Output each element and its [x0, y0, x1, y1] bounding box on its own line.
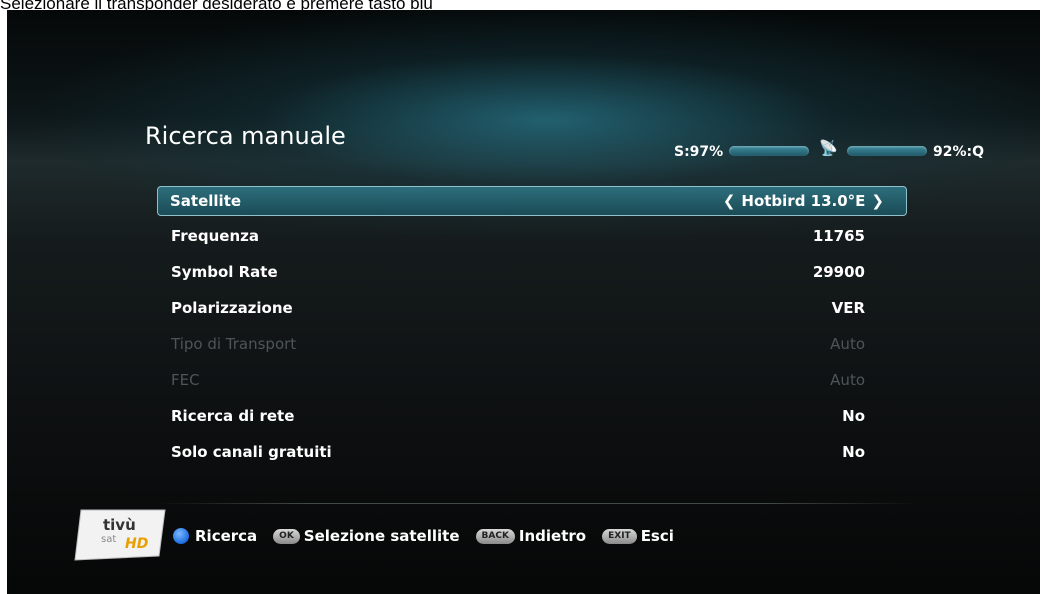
row-tipo-transport: Tipo di Transport Auto — [159, 330, 905, 358]
signal-quality-label: 92%:Q — [933, 144, 985, 160]
page-title: Ricerca manuale — [145, 122, 346, 150]
tivusat-hd-logo: tivù sat HD — [74, 509, 166, 561]
exit-key-icon[interactable]: EXIT — [602, 528, 637, 544]
row-label: Polarizzazione — [171, 299, 293, 317]
tv-screen: Ricerca manuale S:97% 📡 92%:Q Satellite … — [7, 10, 1040, 594]
row-label: Satellite — [170, 192, 242, 210]
row-label: Symbol Rate — [171, 263, 278, 281]
hint-selezione-satellite: Selezione satellite — [303, 527, 460, 545]
row-polarizzazione[interactable]: Polarizzazione VER — [159, 294, 905, 322]
satellite-value: Hotbird 13.0°E — [741, 192, 866, 210]
row-value: 29900 — [812, 263, 865, 281]
logo-text-sat: sat — [101, 534, 116, 545]
satellite-dish-icon: 📡 — [819, 139, 838, 157]
signal-strength-label: S:97% — [674, 144, 724, 160]
hint-ricerca: Ricerca — [195, 527, 258, 545]
row-value: ❮ Hotbird 13.0°E ❯ — [717, 192, 890, 210]
row-value: VER — [831, 299, 865, 317]
hint-esci: Esci — [640, 527, 674, 545]
blue-button-icon[interactable] — [173, 528, 189, 544]
row-value: 11765 — [812, 227, 865, 245]
row-label: Solo canali gratuiti — [171, 443, 332, 461]
logo-text-tivu: tivù — [103, 516, 136, 534]
row-value: Auto — [830, 371, 865, 389]
chevron-left-icon[interactable]: ❮ — [723, 192, 736, 210]
logo-text-hd: HD — [125, 536, 148, 552]
row-frequenza[interactable]: Frequenza 11765 — [159, 222, 905, 250]
row-satellite[interactable]: Satellite ❮ Hotbird 13.0°E ❯ — [157, 186, 907, 216]
footer-divider — [157, 503, 917, 504]
hint-indietro: Indietro — [518, 527, 587, 545]
row-label: Frequenza — [171, 227, 259, 245]
row-value: No — [842, 443, 865, 461]
row-fec: FEC Auto — [159, 366, 905, 394]
row-solo-canali-gratuiti[interactable]: Solo canali gratuiti No — [159, 438, 905, 466]
row-value: No — [842, 407, 865, 425]
row-value: Auto — [830, 335, 865, 353]
row-label: FEC — [171, 371, 200, 389]
back-key-icon[interactable]: BACK — [475, 528, 515, 544]
chevron-right-icon[interactable]: ❯ — [871, 192, 884, 210]
row-label: Ricerca di rete — [171, 407, 295, 425]
row-symbol-rate[interactable]: Symbol Rate 29900 — [159, 258, 905, 286]
row-label: Tipo di Transport — [171, 335, 297, 353]
footer-hints: Ricerca OK Selezione satellite BACK Indi… — [173, 527, 674, 545]
ok-key-icon[interactable]: OK — [273, 528, 300, 544]
signal-quality-bar — [847, 146, 927, 156]
row-ricerca-rete[interactable]: Ricerca di rete No — [159, 402, 905, 430]
signal-strength-bar — [729, 146, 809, 156]
